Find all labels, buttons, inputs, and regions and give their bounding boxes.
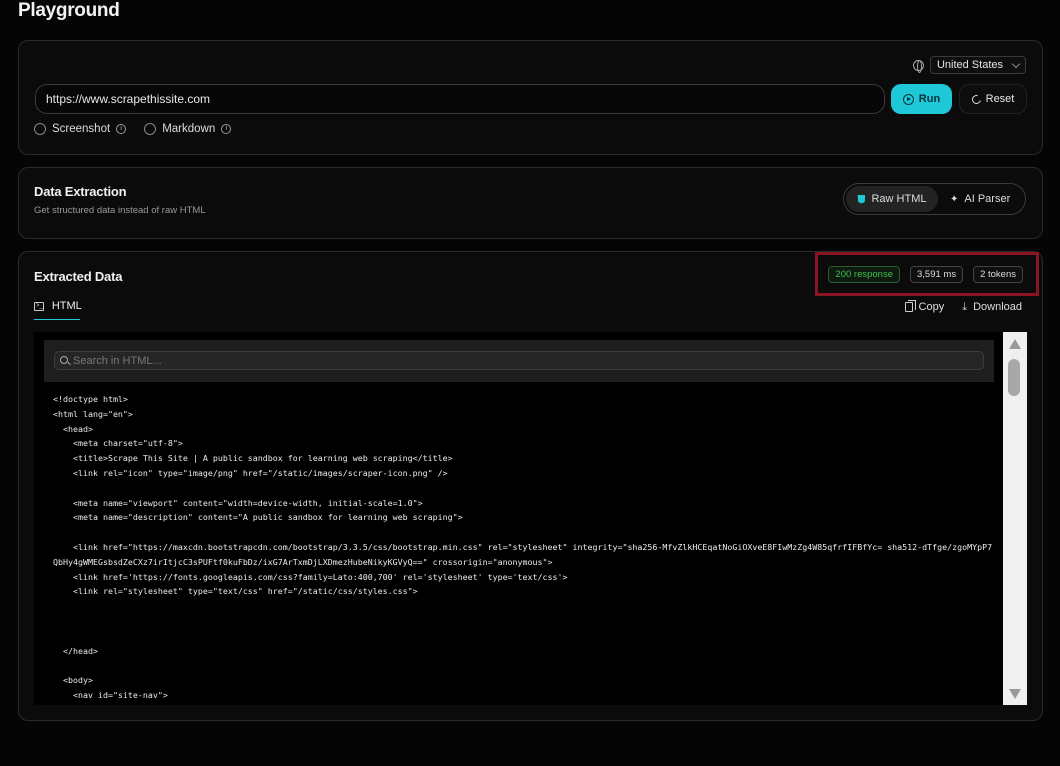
- raw-html-toggle[interactable]: Raw HTML: [846, 186, 938, 212]
- code-line: </head>: [53, 645, 98, 656]
- ai-parser-label: AI Parser: [964, 193, 1011, 205]
- code-line: <html lang="en">: [53, 408, 133, 419]
- download-button[interactable]: ⤓ Download: [962, 301, 1022, 313]
- globe-icon: [912, 59, 924, 73]
- reset-label: Reset: [985, 93, 1015, 105]
- copy-label: Copy: [918, 301, 945, 313]
- markdown-radio[interactable]: [144, 123, 157, 135]
- code-line: <head>: [53, 423, 93, 434]
- result-actions: Copy ⤓ Download: [904, 300, 1022, 313]
- ai-parser-toggle[interactable]: ✦ AI Parser: [940, 186, 1020, 212]
- request-options: Screenshot i Markdown i: [34, 123, 232, 135]
- run-label: Run: [918, 93, 941, 105]
- duration-badge: 3,591 ms: [910, 266, 964, 283]
- country-select[interactable]: United States: [929, 56, 1026, 74]
- tab-html[interactable]: >_ HTML: [34, 300, 82, 320]
- play-icon: [902, 93, 914, 105]
- code-line: <title>Scrape This Site | A public sandb…: [53, 453, 453, 464]
- html5-icon: [857, 194, 866, 204]
- copy-button[interactable]: Copy: [904, 300, 945, 313]
- result-stats: 200 response 3,591 ms 2 tokens: [828, 266, 1023, 283]
- code-line: <link href="https://maxcdn.bootstrapcdn.…: [53, 541, 993, 552]
- copy-icon: [904, 300, 916, 312]
- code-viewer: <!doctype html> <html lang="en"> <head> <…: [34, 332, 1027, 705]
- tab-html-label: HTML: [51, 300, 82, 312]
- result-card: Extracted Data 200 response 3,591 ms 2 t…: [18, 251, 1043, 721]
- extraction-subtitle: Get structured data instead of raw HTML: [34, 205, 206, 216]
- search-input[interactable]: [54, 351, 984, 370]
- markdown-option[interactable]: Markdown i: [144, 123, 232, 135]
- reset-button[interactable]: Reset: [959, 84, 1027, 114]
- extraction-card: Data Extraction Get structured data inst…: [18, 167, 1043, 239]
- search-bar: [44, 340, 994, 382]
- markdown-label: Markdown: [162, 123, 216, 135]
- code-line: <nav id="site-nav">: [53, 689, 168, 700]
- raw-html-label: Raw HTML: [871, 193, 927, 205]
- screenshot-label: Screenshot: [52, 123, 111, 135]
- scroll-up-arrow-icon[interactable]: [1009, 339, 1021, 349]
- code-line: <div class="container">: [53, 703, 993, 706]
- extraction-title: Data Extraction: [34, 184, 127, 199]
- code-line: <meta name="viewport" content="width=dev…: [53, 497, 423, 508]
- terminal-icon: >_: [34, 301, 44, 311]
- code-line: QbHy4gWMEGsbsdZeCXz7irItjcC3sPUFtf0kuFbD…: [53, 556, 553, 567]
- country-selector[interactable]: United States: [912, 56, 1026, 74]
- scrollbar-thumb[interactable]: [1008, 359, 1020, 396]
- screenshot-radio[interactable]: [34, 123, 46, 135]
- code-line: <link rel="icon" type="image/png" href="…: [53, 467, 448, 478]
- code-line: <body>: [53, 675, 93, 686]
- scrollbar[interactable]: [1003, 332, 1027, 705]
- code-line: <meta name="description" content="A publ…: [53, 512, 463, 523]
- page-title: Playground: [18, 0, 120, 21]
- sparkle-icon: ✦: [950, 193, 959, 205]
- info-icon[interactable]: i: [116, 124, 127, 134]
- tokens-badge: 2 tokens: [973, 266, 1023, 283]
- url-input[interactable]: [35, 84, 885, 114]
- info-icon[interactable]: i: [221, 124, 232, 134]
- country-value: United States: [936, 59, 1003, 71]
- result-title: Extracted Data: [34, 269, 123, 284]
- chevron-down-icon: [1011, 59, 1021, 68]
- code-line: <link rel="stylesheet" type="text/css" h…: [53, 586, 418, 597]
- extraction-mode-toggle: Raw HTML ✦ AI Parser: [843, 183, 1026, 215]
- screenshot-option[interactable]: Screenshot i: [34, 123, 127, 135]
- download-icon: ⤓: [962, 301, 968, 313]
- search-icon: [60, 356, 68, 364]
- code-line: <link href='https://fonts.googleapis.com…: [53, 571, 568, 582]
- run-button[interactable]: Run: [891, 84, 952, 114]
- scroll-down-arrow-icon[interactable]: [1009, 689, 1021, 699]
- status-badge: 200 response: [828, 266, 900, 283]
- code-line: <!doctype html>: [53, 394, 128, 404]
- code-content: <!doctype html> <html lang="en"> <head> <…: [53, 392, 993, 705]
- download-label: Download: [973, 301, 1022, 313]
- reset-icon: [969, 92, 983, 106]
- code-line: <meta charset="utf-8">: [53, 438, 183, 449]
- request-card: United States Run Reset Screenshot i Mar…: [18, 40, 1043, 155]
